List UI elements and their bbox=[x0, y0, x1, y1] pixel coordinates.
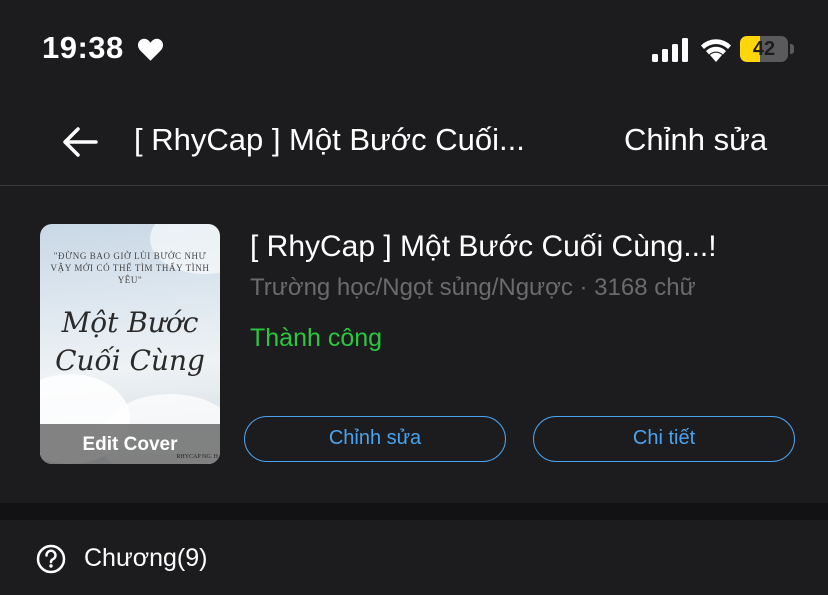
signal-icon bbox=[652, 38, 688, 62]
heart-icon bbox=[137, 38, 164, 61]
chapters-row[interactable]: Chương(9) bbox=[0, 520, 828, 595]
page-title: [ RhyCap ] Một Bước Cuối... bbox=[134, 122, 525, 157]
status-badge: Thành công bbox=[250, 324, 383, 352]
edit-button[interactable]: Chỉnh sửa bbox=[624, 118, 767, 162]
section-divider bbox=[0, 503, 828, 520]
story-title: [ RhyCap ] Một Bước Cuối Cùng...! bbox=[250, 230, 717, 263]
cover-title: Một Bước Cuối Cùng bbox=[52, 304, 208, 380]
question-circle-icon bbox=[36, 544, 66, 574]
chapters-label: Chương(9) bbox=[84, 544, 208, 572]
battery-icon: 42 bbox=[740, 36, 788, 62]
edit-story-button[interactable]: Chỉnh sửa bbox=[244, 416, 506, 462]
status-bar: 19:38 42 bbox=[0, 0, 828, 100]
arrow-left-icon[interactable] bbox=[60, 122, 100, 162]
cover-quote: "ĐỪNG BAO GIỜ LÙI BƯỚC NHƯ VẬY MỚI CÓ TH… bbox=[50, 251, 210, 285]
story-cover[interactable]: "ĐỪNG BAO GIỜ LÙI BƯỚC NHƯ VẬY MỚI CÓ TH… bbox=[40, 224, 220, 464]
edit-cover-button[interactable]: Edit Cover bbox=[40, 434, 220, 456]
details-button[interactable]: Chi tiết bbox=[533, 416, 795, 462]
status-time: 19:38 bbox=[42, 30, 124, 65]
story-meta: Trường học/Ngọt sủng/Ngược · 3168 chữ bbox=[250, 274, 696, 301]
battery-percent: 42 bbox=[752, 38, 776, 60]
divider bbox=[0, 185, 828, 186]
nav-bar: [ RhyCap ] Một Bước Cuối... Chỉnh sửa bbox=[0, 100, 828, 186]
wifi-icon bbox=[701, 39, 731, 62]
cover-title-line: Cuối Cùng bbox=[55, 344, 205, 377]
battery-cap bbox=[790, 44, 794, 54]
cover-title-line: Một Bước bbox=[61, 306, 199, 339]
